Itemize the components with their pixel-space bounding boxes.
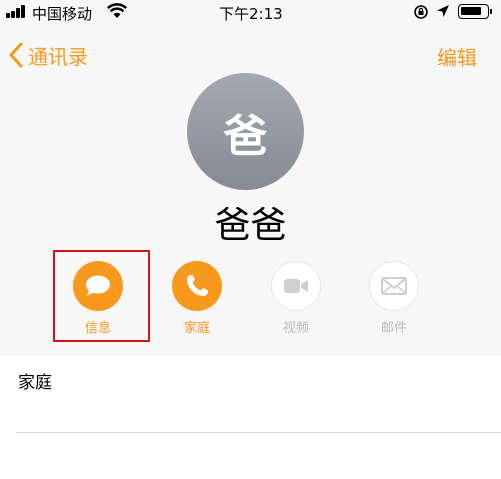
phone-icon [187, 275, 208, 296]
contact-name: 爸爸 [214, 205, 287, 246]
back-button-label: 通讯录 [28, 44, 88, 69]
call-action-button[interactable]: 家庭 [167, 261, 227, 336]
mail-action-label: 邮件 [380, 321, 407, 336]
message-highlight-box [53, 250, 150, 342]
cellular-signal-icon [6, 5, 30, 18]
chevron-left-icon [9, 42, 23, 68]
avatar: 爸 [187, 73, 304, 190]
battery-icon [458, 4, 492, 19]
location-arrow-icon [437, 5, 449, 17]
phone-type-label[interactable]: 家庭 [18, 368, 52, 393]
wifi-icon [107, 3, 127, 18]
call-action-label: 家庭 [183, 321, 210, 336]
rotation-lock-icon [414, 5, 428, 19]
status-time: 下午2:13 [219, 5, 283, 23]
mail-icon [381, 277, 407, 295]
divider [16, 432, 501, 433]
back-button[interactable]: 通讯录 [8, 40, 88, 70]
edit-button[interactable]: 编辑 [437, 42, 477, 71]
video-icon [284, 279, 308, 293]
carrier-name: 中国移动 [32, 5, 93, 23]
video-action-button: 视频 [266, 261, 326, 336]
avatar-initial: 爸 [223, 110, 268, 162]
status-bar: 中国移动 下午2:13 [0, 0, 501, 24]
video-action-label: 视频 [282, 321, 309, 336]
mail-action-button: 邮件 [364, 261, 424, 336]
